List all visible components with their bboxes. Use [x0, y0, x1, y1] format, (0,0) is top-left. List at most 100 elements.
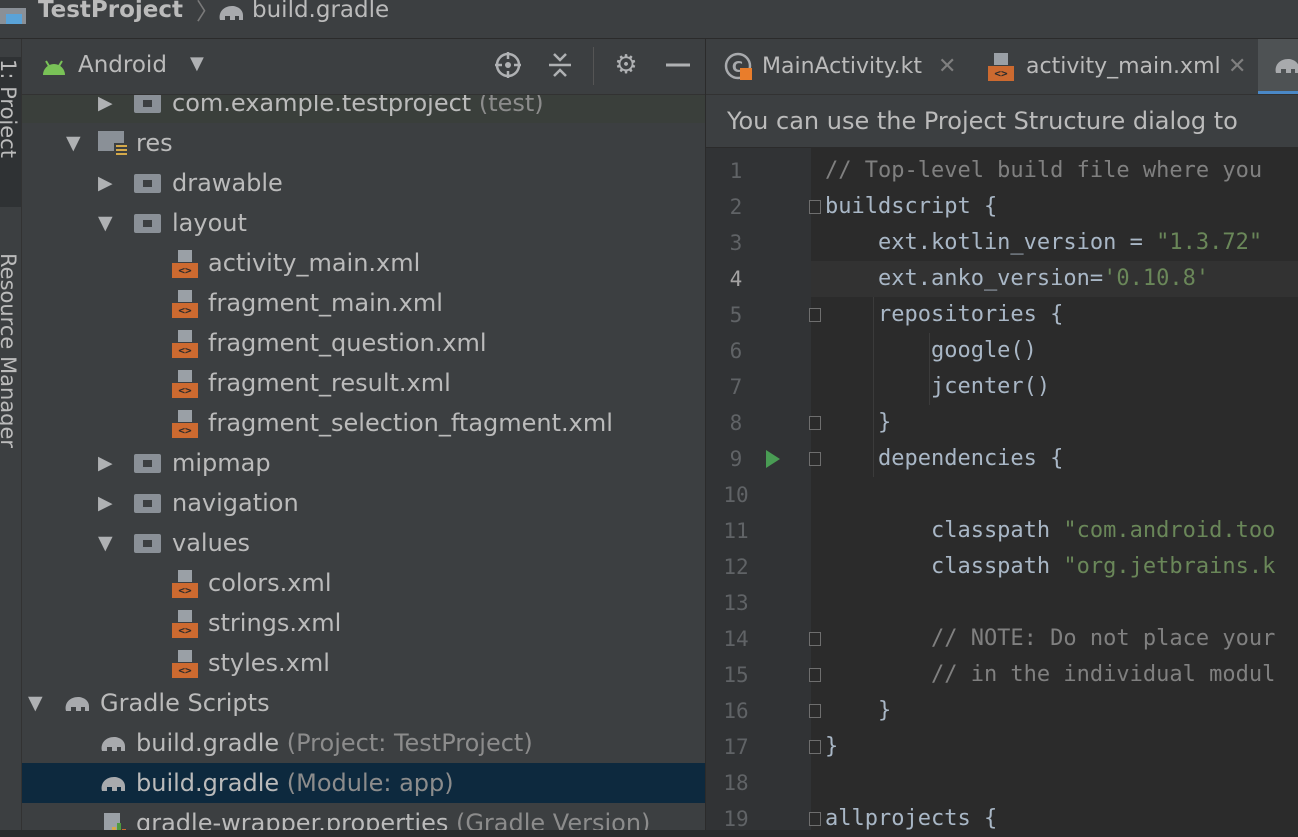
tree-row[interactable]: ▼ values	[22, 523, 705, 563]
tree-row[interactable]: ▶ drawable	[22, 163, 705, 203]
collapse-all-icon[interactable]	[544, 49, 576, 81]
gradle-elephant-icon	[65, 697, 89, 711]
expanded-arrow-icon[interactable]: ▼	[98, 203, 113, 243]
code-line: dependencies {	[825, 446, 1064, 471]
string-token: "org.jetbrains.k	[1063, 554, 1276, 579]
expanded-arrow-icon[interactable]: ▼	[66, 123, 81, 163]
minimize-icon[interactable]	[662, 49, 694, 81]
code-area[interactable]: // Top-level build file where you buildsc…	[811, 148, 1298, 831]
kotlin-file-icon: C	[724, 52, 752, 80]
code-line: classpath "org.jetbrains.k	[811, 549, 1298, 585]
android-icon	[43, 60, 65, 75]
properties-file-icon	[104, 813, 126, 830]
project-panel-header: Android ▼ ⚙	[22, 39, 705, 95]
collapsed-arrow-icon[interactable]: ▶	[98, 443, 113, 483]
line-number: 19	[723, 807, 749, 831]
tree-item-label: build.gradle (Module: app)	[136, 769, 454, 797]
folder-icon	[134, 534, 161, 553]
project-tree: ▶ com.example.testproject (test) ▼ res ▶ draw…	[22, 95, 705, 830]
line-number: 10	[723, 483, 749, 507]
project-icon	[0, 8, 26, 24]
project-view-selector[interactable]: Android	[78, 52, 167, 78]
tree-row[interactable]: build.gradle (Module: app)	[22, 763, 705, 803]
tree-row[interactable]: <> styles.xml	[22, 643, 705, 683]
line-number: 2	[729, 195, 743, 219]
tree-row[interactable]: build.gradle (Project: TestProject)	[22, 723, 705, 763]
tree-row[interactable]: ▼ res	[22, 123, 705, 163]
xml-file-icon: <>	[172, 570, 198, 598]
tree-item-label: colors.xml	[208, 569, 332, 597]
expanded-arrow-icon[interactable]: ▼	[98, 523, 113, 563]
tree-item-label: fragment_result.xml	[208, 369, 451, 397]
resource-manager-tab[interactable]: Resource Manager	[0, 249, 21, 499]
tree-row[interactable]: <> colors.xml	[22, 563, 705, 603]
tree-item-label: mipmap	[172, 449, 271, 477]
collapsed-arrow-icon[interactable]: ▶	[98, 163, 113, 203]
resource-manager-tab-label: Resource Manager	[0, 253, 20, 449]
project-tool-tab[interactable]: 1: Project	[0, 57, 21, 207]
gear-icon[interactable]: ⚙	[610, 49, 642, 81]
gradle-elephant-icon	[101, 777, 125, 791]
expanded-arrow-icon[interactable]: ▼	[28, 683, 43, 723]
code-line: repositories {	[825, 302, 1064, 327]
tree-item-label: gradle-wrapper.properties (Gradle Versio…	[136, 803, 650, 830]
tree-item-label: drawable	[172, 169, 283, 197]
tree-item-label: values	[172, 529, 251, 557]
line-number: 1	[729, 159, 743, 183]
navigation-bar: TestProject 〉 build.gradle	[0, 0, 1298, 39]
collapsed-arrow-icon[interactable]: ▶	[98, 483, 113, 523]
tree-item-label: layout	[172, 209, 247, 237]
line-number: 7	[729, 375, 743, 399]
tree-item-label: Gradle Scripts	[100, 689, 270, 717]
tree-row[interactable]: ▶ navigation	[22, 483, 705, 523]
comment-token: // in the individual modul	[825, 662, 1276, 687]
line-number: 9	[729, 447, 743, 471]
tree-row[interactable]: <> activity_main.xml	[22, 243, 705, 283]
package-icon	[134, 95, 161, 113]
project-structure-notice: You can use the Project Structure dialog…	[706, 95, 1298, 147]
line-number: 12	[723, 555, 749, 579]
tab-activity-main-label: activity_main.xml	[1026, 54, 1221, 79]
close-icon[interactable]: ✕	[938, 39, 956, 94]
tree-item-hint: (Module: app)	[279, 769, 454, 797]
tree-row[interactable]: <> fragment_main.xml	[22, 283, 705, 323]
tree-item-hint: (Project: TestProject)	[279, 729, 533, 757]
tree-row[interactable]: <> strings.xml	[22, 603, 705, 643]
tree-row[interactable]: ▶ com.example.testproject (test)	[22, 95, 705, 123]
tree-row[interactable]: <> fragment_selection_ftagment.xml	[22, 403, 705, 443]
code-line: jcenter()	[825, 374, 1051, 399]
indent-guide	[929, 333, 930, 405]
code-line: ext.anko_version='0.10.8'	[811, 261, 1298, 297]
tab-build-gradle-active[interactable]	[1258, 39, 1298, 94]
tree-row[interactable]: ▼ layout	[22, 203, 705, 243]
tree-row[interactable]: gradle-wrapper.properties (Gradle Versio…	[22, 803, 705, 830]
xml-file-icon: <>	[988, 53, 1014, 81]
notice-text: You can use the Project Structure dialog…	[727, 107, 1238, 135]
code-line: buildscript {	[825, 194, 998, 219]
locate-file-icon[interactable]	[492, 49, 524, 81]
string-token: '0.10.8'	[1103, 266, 1210, 291]
line-number: 18	[723, 771, 749, 795]
breadcrumb-file[interactable]: build.gradle	[252, 0, 389, 26]
indent-guide	[873, 297, 874, 477]
tree-item-hint: (Gradle Version)	[448, 809, 651, 830]
project-tool-tab-label: 1: Project	[0, 59, 20, 158]
tree-item-label: fragment_question.xml	[208, 329, 487, 357]
tree-row[interactable]: ▶ mipmap	[22, 443, 705, 483]
line-number: 6	[729, 339, 743, 363]
resource-folder-icon	[98, 131, 128, 157]
close-icon[interactable]: ✕	[1228, 39, 1246, 94]
tree-item-label: navigation	[172, 489, 299, 517]
xml-file-icon: <>	[172, 330, 198, 358]
chevron-down-icon[interactable]: ▼	[190, 53, 204, 74]
tree-row[interactable]: ▼ Gradle Scripts	[22, 683, 705, 723]
collapsed-arrow-icon[interactable]: ▶	[98, 95, 113, 123]
breadcrumb-project[interactable]: TestProject	[38, 0, 183, 26]
code-line: ext.kotlin_version = "1.3.72"	[811, 225, 1298, 261]
editor-tab-bar: C MainActivity.kt ✕ <> activity_main.xml…	[706, 39, 1298, 95]
tree-item-label: styles.xml	[208, 649, 330, 677]
run-gutter-icon[interactable]	[766, 450, 780, 468]
tree-row[interactable]: <> fragment_result.xml	[22, 363, 705, 403]
tree-row[interactable]: <> fragment_question.xml	[22, 323, 705, 363]
folder-icon	[134, 174, 161, 193]
